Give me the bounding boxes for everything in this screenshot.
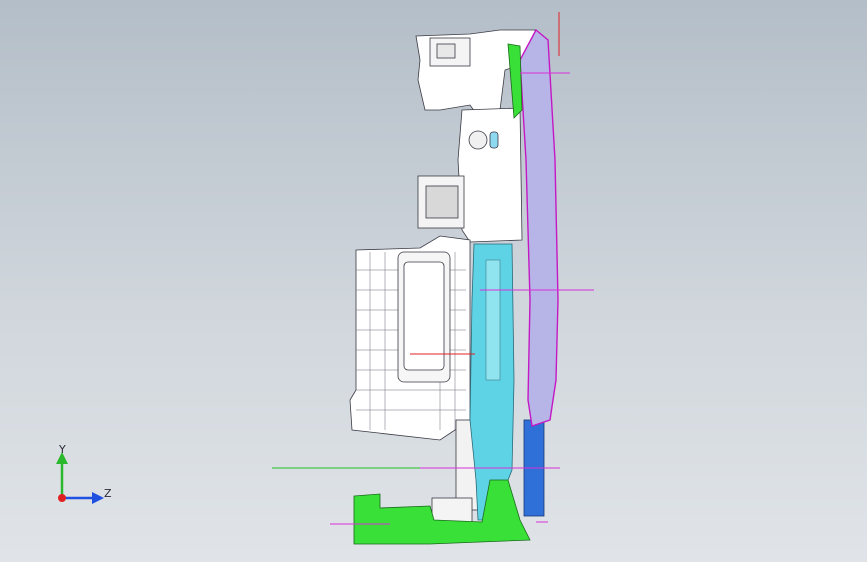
motor-core — [425, 185, 459, 219]
round-port — [468, 130, 488, 150]
cad-viewport[interactable] — [0, 0, 867, 562]
y-axis-label: Y — [58, 443, 66, 456]
cyan-duct-core — [485, 259, 501, 381]
z-axis-arrow-icon — [92, 492, 104, 504]
x-axis-origin-icon — [58, 494, 66, 502]
blue-slot — [489, 131, 499, 149]
middle-column — [457, 107, 523, 243]
green-strip — [507, 43, 523, 119]
upper-mount-detail — [436, 43, 456, 59]
lamp-lens — [519, 28, 559, 427]
z-axis-label: Z — [104, 487, 112, 500]
coordinate-triad-icon: Y Z — [56, 443, 112, 504]
